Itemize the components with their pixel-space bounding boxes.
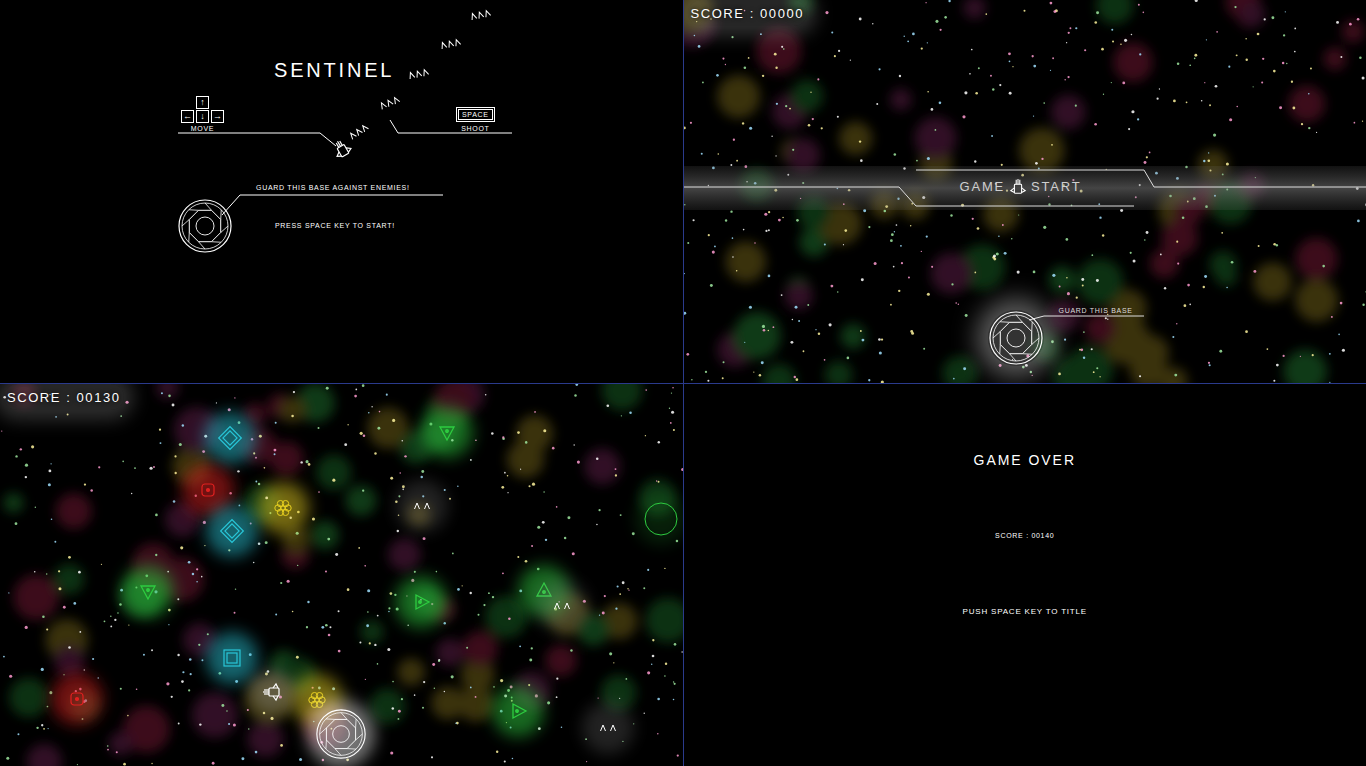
chevrons-icon	[349, 123, 369, 141]
game-over-screen: GAME OVER SCORE : 00140 PUSH SPACE KEY TO …	[684, 384, 1366, 766]
score: SCORE : 00000	[688, 0, 808, 26]
triangle-enemy	[421, 406, 473, 458]
title-lines	[0, 0, 683, 383]
diamond-enemy	[206, 505, 258, 557]
game-over-title: GAME OVER	[974, 451, 1076, 469]
triangle-enemy	[122, 565, 174, 617]
shoot-label: SHOOT	[461, 124, 489, 133]
start-prompt: PRESS SPACE KEY TO START!	[275, 221, 395, 230]
ship-icon	[332, 139, 352, 159]
triangle-enemy	[395, 576, 447, 628]
chevrons-icon	[379, 95, 399, 111]
hint-text: GUARD THIS BASE AGAINST ENEMIES!	[256, 183, 410, 192]
key: →	[211, 110, 224, 123]
move-label: MOVE	[191, 124, 214, 133]
base-icon	[988, 310, 1044, 366]
chevrons-icon	[408, 67, 429, 81]
base-icon	[315, 708, 367, 760]
chevrons-enemy	[582, 702, 634, 754]
chevrons-icon	[440, 37, 461, 51]
shoot-keys: SPACE SHOOT	[456, 107, 495, 133]
key: ↑	[196, 96, 209, 109]
base-label: GUARD THIS BASE	[1059, 306, 1133, 315]
triangle-enemy	[492, 685, 544, 737]
game-start-banner: GAMESTART	[960, 178, 1082, 196]
game-over-content: GAME OVER SCORE : 00140 PUSH SPACE KEY TO …	[684, 384, 1366, 617]
start-screen: GAMESTART GUARD THIS BASE SCORE : 00000	[684, 0, 1366, 383]
chevrons-enemy	[536, 580, 588, 632]
square-enemy	[206, 632, 258, 684]
chevrons-enemy	[396, 480, 448, 532]
ring-enemy	[635, 493, 683, 545]
ship-icon	[262, 682, 282, 702]
space-key: SPACE	[456, 107, 495, 122]
play-field	[0, 384, 683, 766]
move-keys: ↑←↓→MOVE	[181, 96, 224, 133]
title-prompt: PUSH SPACE KEY TO TITLE	[963, 607, 1087, 617]
key: ←	[181, 110, 194, 123]
title-screen: SENTINEL ↑←↓→MOVE SPACE SHOOT GUARD THIS BAS…	[0, 0, 683, 383]
base-icon	[177, 198, 233, 254]
key: ↓	[196, 110, 209, 123]
flower-enemy	[257, 482, 309, 534]
ship-icon	[1009, 178, 1027, 196]
core-enemy	[51, 673, 103, 725]
chevrons-icon	[470, 8, 491, 22]
final-score: SCORE : 00140	[995, 531, 1054, 540]
screen: SENTINEL ↑←↓→MOVE SPACE SHOOT GUARD THIS BAS…	[0, 0, 1366, 766]
score: SCORE : 00130	[4, 384, 124, 410]
game-title: SENTINEL	[274, 60, 394, 80]
play-screen: SCORE : 00130	[0, 384, 683, 766]
diamond-enemy	[204, 412, 256, 464]
